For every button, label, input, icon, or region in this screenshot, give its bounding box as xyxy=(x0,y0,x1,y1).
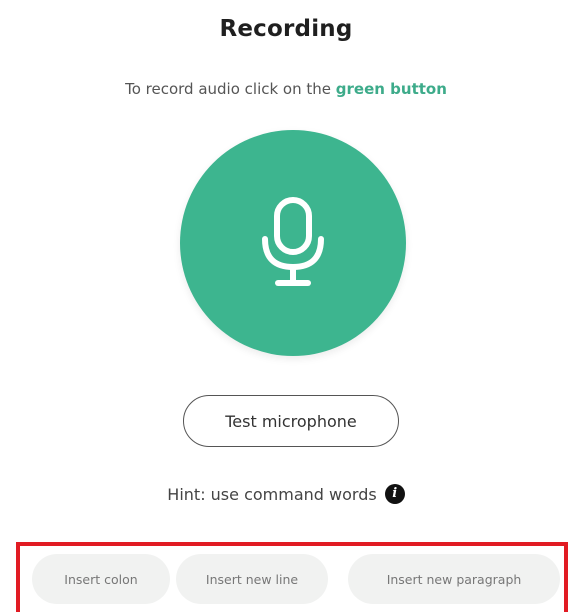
hint: Hint: use command words i xyxy=(0,484,572,504)
test-microphone-button[interactable]: Test microphone xyxy=(183,395,399,447)
command-words-bar: Insert colon Insert new line Insert new … xyxy=(16,542,568,612)
instructions-accent: green button xyxy=(335,80,447,98)
instructions-prefix: To record audio click on the xyxy=(125,80,336,98)
microphone-icon xyxy=(262,197,324,286)
record-instructions: To record audio click on the green butto… xyxy=(0,80,572,98)
insert-new-paragraph-button[interactable]: Insert new paragraph xyxy=(348,554,560,604)
record-button[interactable] xyxy=(180,130,406,356)
page-title: Recording xyxy=(219,16,353,42)
hint-text: Hint: use command words xyxy=(167,484,377,504)
insert-new-line-button[interactable]: Insert new line xyxy=(176,554,328,604)
info-icon[interactable]: i xyxy=(384,484,405,504)
insert-colon-button[interactable]: Insert colon xyxy=(32,554,170,604)
